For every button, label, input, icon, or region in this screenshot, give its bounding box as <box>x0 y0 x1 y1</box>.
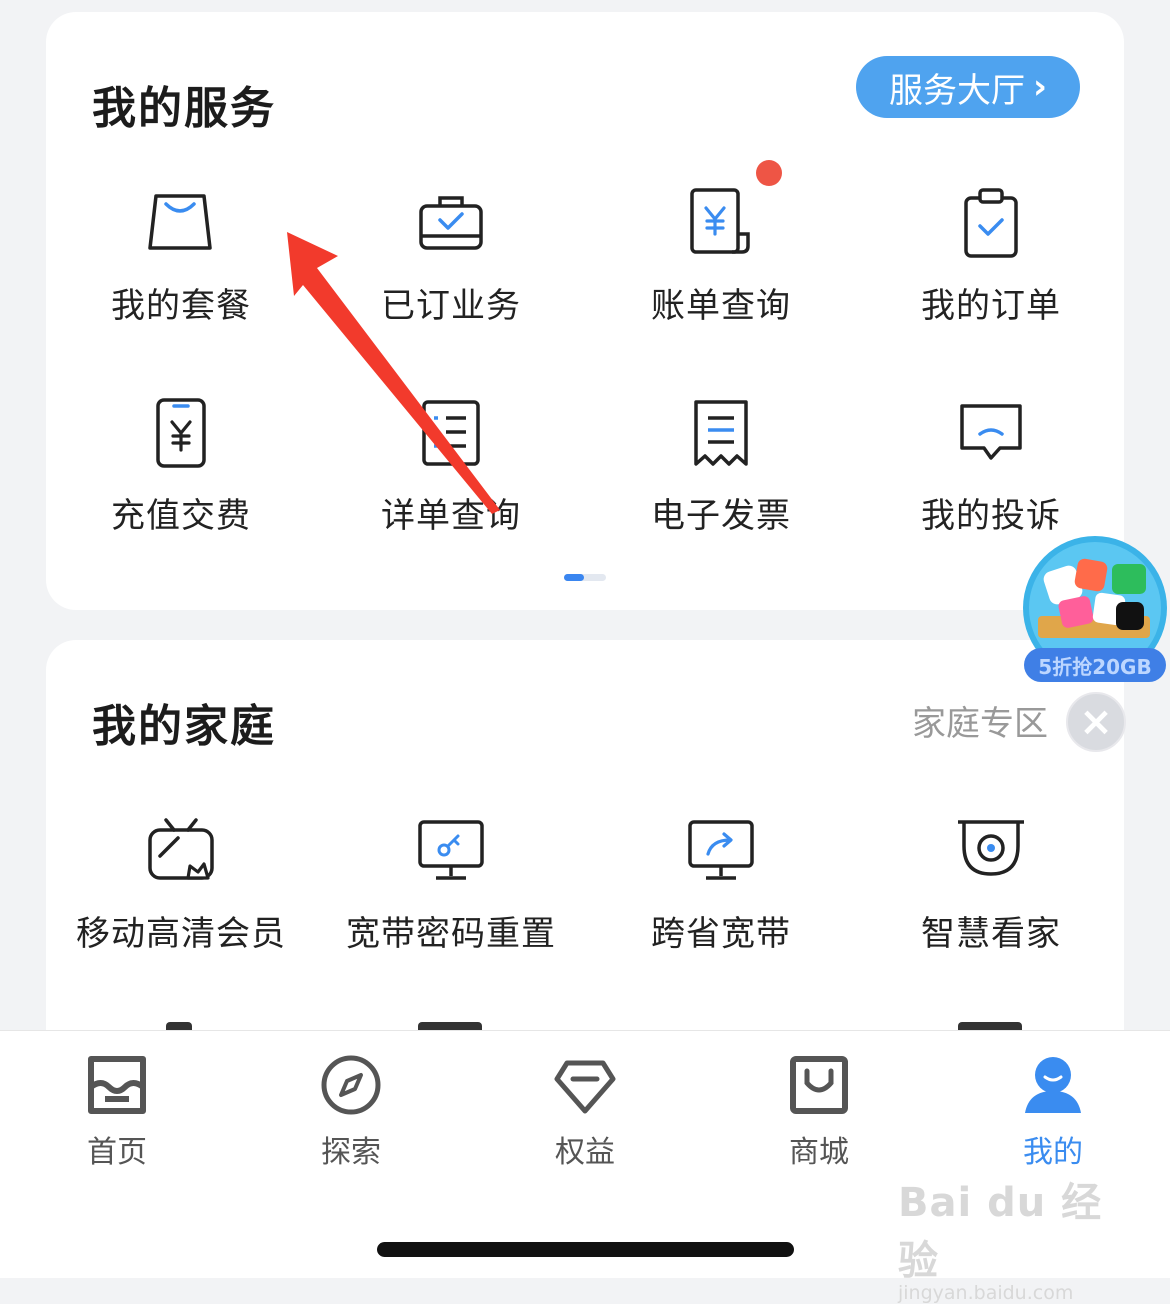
service-item-label: 账单查询 <box>651 286 791 326</box>
page-indicator <box>564 574 606 581</box>
tab-label: 商城 <box>789 1135 849 1170</box>
family-item-hd-member[interactable]: 移动高清会员 <box>46 816 316 986</box>
chat-bubble-icon <box>960 404 1022 460</box>
family-item-label: 跨省宽带 <box>651 914 791 954</box>
service-item-detail-query[interactable]: 详单查询 <box>316 398 586 568</box>
tab-explore[interactable]: 探索 <box>234 1031 468 1171</box>
phone-yuan-icon <box>156 398 206 468</box>
next-row-icon-peek <box>958 1022 1022 1030</box>
family-item-label: 宽带密码重置 <box>346 914 556 954</box>
service-item-subscribed[interactable]: 已订业务 <box>316 188 586 358</box>
chevron-right-icon: › <box>1032 67 1047 107</box>
family-item-broadband-reset[interactable]: 宽带密码重置 <box>316 816 586 986</box>
tab-mall[interactable]: 商城 <box>702 1031 936 1171</box>
floating-promo[interactable]: 5折抢20GB <box>1020 536 1170 686</box>
notification-badge <box>756 160 782 186</box>
diamond-icon <box>554 1060 616 1114</box>
service-item-label: 我的投诉 <box>921 496 1061 536</box>
service-item-e-invoice[interactable]: 电子发票 <box>586 398 856 568</box>
watermark-sub: jingyan.baidu.com <box>898 1282 1074 1304</box>
service-item-bill-query[interactable]: 账单查询 <box>586 188 856 358</box>
shopping-bag-icon <box>148 194 212 250</box>
service-hall-label: 服务大厅 <box>888 70 1025 111</box>
bill-yuan-icon <box>690 188 750 254</box>
close-promo-button[interactable]: × <box>1066 692 1126 752</box>
tab-home[interactable]: 首页 <box>0 1031 234 1171</box>
services-card: 我的服务 服务大厅 › 我的套餐 已订业务 账单查询 我的订单 充值交费 详单查… <box>46 12 1124 610</box>
tv-crown-icon <box>148 818 214 880</box>
store-icon <box>88 1056 146 1114</box>
service-item-my-plan[interactable]: 我的套餐 <box>46 188 316 358</box>
briefcase-check-icon <box>419 196 483 250</box>
tab-label: 我的 <box>1023 1135 1083 1170</box>
home-indicator[interactable] <box>377 1242 794 1257</box>
service-item-label: 详单查询 <box>381 496 521 536</box>
tab-label: 探索 <box>321 1135 381 1170</box>
service-item-label: 我的订单 <box>921 286 1061 326</box>
services-title: 我的服务 <box>92 83 276 134</box>
service-item-label: 充值交费 <box>111 496 251 536</box>
watermark-main: Bai du 经验 <box>898 1180 1103 1284</box>
family-zone-link[interactable]: 家庭专区 <box>912 696 1048 745</box>
monitor-key-icon <box>418 820 484 880</box>
next-row-icon-peek <box>166 1022 192 1030</box>
service-hall-button[interactable]: 服务大厅 › <box>856 56 1080 118</box>
tab-label: 权益 <box>555 1135 615 1170</box>
tab-label: 首页 <box>87 1135 147 1170</box>
monitor-share-icon <box>688 820 754 880</box>
tab-mine[interactable]: 我的 <box>936 1031 1170 1171</box>
compass-icon <box>321 1055 381 1115</box>
family-title: 我的家庭 <box>92 701 276 752</box>
user-icon <box>1025 1057 1081 1113</box>
family-item-label: 移动高清会员 <box>76 914 286 954</box>
family-item-cross-province[interactable]: 跨省宽带 <box>586 816 856 986</box>
shopping-bag-icon <box>790 1056 848 1114</box>
clipboard-check-icon <box>964 188 1018 258</box>
service-item-label: 电子发票 <box>651 496 791 536</box>
close-icon: × <box>1079 699 1113 745</box>
promo-label: 5折抢20GB <box>1024 648 1166 682</box>
family-item-label: 智慧看家 <box>921 914 1061 954</box>
next-row-icon-peek <box>418 1022 482 1030</box>
tab-benefits[interactable]: 权益 <box>468 1031 702 1171</box>
camera-icon <box>958 820 1024 876</box>
list-document-icon <box>422 400 480 466</box>
service-item-my-orders[interactable]: 我的订单 <box>856 188 1126 358</box>
family-item-smart-home-watch[interactable]: 智慧看家 <box>856 816 1126 986</box>
service-item-recharge[interactable]: 充值交费 <box>46 398 316 568</box>
service-item-label: 已订业务 <box>381 286 521 326</box>
page-indicator-active <box>564 574 584 581</box>
baidu-watermark: Bai du 经验 jingyan.baidu.com <box>898 1170 1108 1304</box>
service-item-label: 我的套餐 <box>111 286 251 326</box>
receipt-icon <box>694 400 748 466</box>
